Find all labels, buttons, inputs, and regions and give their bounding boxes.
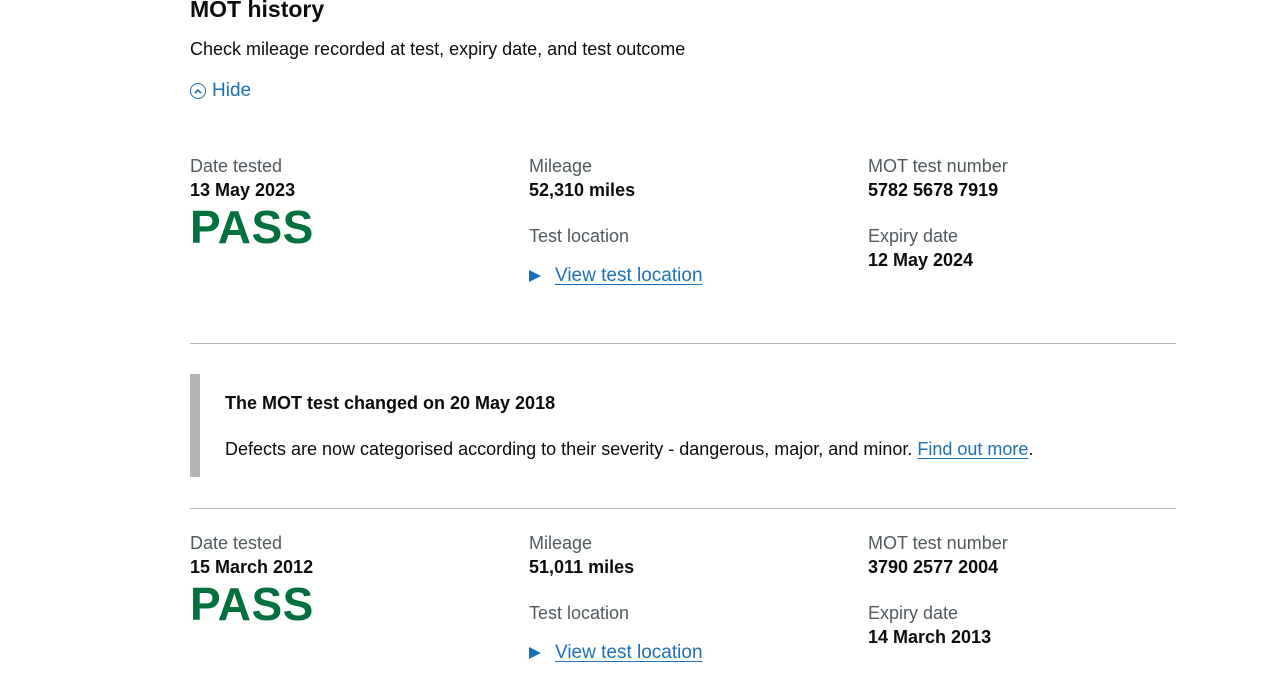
notice-body-text: Defects are now categorised according to… [225,439,913,459]
hide-toggle[interactable]: Hide [190,78,251,103]
find-out-more-link[interactable]: Find out more [917,439,1028,459]
date-tested-value: 13 May 2023 [190,180,296,200]
section-divider [190,508,1176,509]
test-result: PASS [190,201,314,253]
date-column: Date tested 13 May 2023 PASS [190,154,314,252]
test-result: PASS [190,578,314,630]
section-subtitle: Check mileage recorded at test, expiry d… [190,39,686,59]
notice-inset: The MOT test changed on 20 May 2018 Defe… [190,374,1176,477]
test-number-column: MOT test number 3790 2577 2004 Expiry da… [868,531,1008,649]
section-divider [190,343,1176,344]
test-number-value: 5782 5678 7919 [868,180,999,200]
expiry-date-label: Expiry date [868,603,959,623]
notice-trailing: . [1028,439,1034,459]
disclosure-triangle-icon [529,647,541,659]
test-location-label: Test location [529,226,630,246]
view-test-location-link[interactable]: View test location [529,264,703,288]
mileage-label: Mileage [529,533,593,553]
mileage-value: 51,011 miles [529,557,635,577]
mileage-column: Mileage 51,011 miles Test location View … [529,531,703,665]
view-test-location-link[interactable]: View test location [529,641,703,665]
chevron-up-circle-icon [190,82,206,99]
date-tested-label: Date tested [190,533,283,553]
test-number-column: MOT test number 5782 5678 7919 Expiry da… [868,154,1008,272]
test-number-value: 3790 2577 2004 [868,557,999,577]
expiry-date-value: 14 March 2013 [868,627,992,647]
test-number-label: MOT test number [868,533,1008,553]
view-test-location-text: View test location [555,642,703,663]
mileage-label: Mileage [529,156,593,176]
mileage-column: Mileage 52,310 miles Test location View … [529,154,703,288]
hide-toggle-label: Hide [212,80,252,101]
view-test-location-text: View test location [555,265,703,286]
expiry-date-label: Expiry date [868,226,959,246]
test-number-label: MOT test number [868,156,1008,176]
date-tested-label: Date tested [190,156,283,176]
date-tested-value: 15 March 2012 [190,557,314,577]
mileage-value: 52,310 miles [529,180,636,200]
disclosure-triangle-icon [529,270,541,282]
notice-title: The MOT test changed on 20 May 2018 [225,393,556,413]
notice-body: Defects are now categorised according to… [225,437,1033,461]
expiry-date-value: 12 May 2024 [868,250,974,270]
section-title: MOT history [190,0,325,22]
test-location-label: Test location [529,603,630,623]
date-column: Date tested 15 March 2012 PASS [190,531,314,629]
